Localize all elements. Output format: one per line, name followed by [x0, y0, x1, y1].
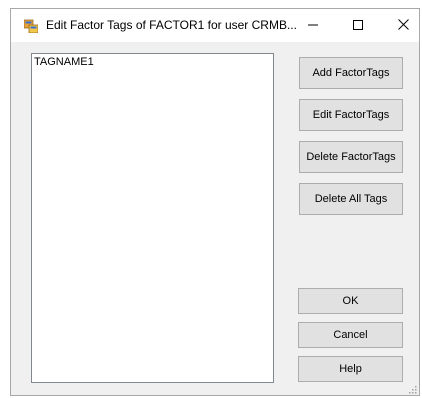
edit-factor-tags-dialog: Edit Factor Tags of FACTOR1 for user CRM… [10, 8, 420, 396]
list-item[interactable]: TAGNAME1 [34, 56, 94, 68]
close-icon [397, 18, 409, 33]
add-factortags-button[interactable]: Add FactorTags [299, 57, 403, 89]
minimize-icon [308, 19, 318, 33]
dialog-window-icon [23, 19, 39, 34]
maximize-icon [353, 19, 363, 33]
window-title: Edit Factor Tags of FACTOR1 for user CRM… [46, 18, 297, 32]
resize-grip-icon[interactable] [407, 383, 417, 394]
help-button[interactable]: Help [298, 356, 403, 382]
title-bar[interactable]: Edit Factor Tags of FACTOR1 for user CRM… [11, 9, 419, 42]
cancel-button[interactable]: Cancel [298, 322, 403, 348]
minimize-button[interactable] [291, 9, 335, 42]
ok-button[interactable]: OK [298, 288, 403, 314]
delete-factortags-button[interactable]: Delete FactorTags [299, 141, 403, 173]
edit-factortags-button[interactable]: Edit FactorTags [299, 99, 403, 131]
maximize-button[interactable] [336, 9, 380, 42]
delete-all-tags-button[interactable]: Delete All Tags [299, 183, 403, 215]
close-button[interactable] [381, 9, 422, 42]
factor-tags-listbox[interactable]: TAGNAME1 [31, 53, 274, 383]
